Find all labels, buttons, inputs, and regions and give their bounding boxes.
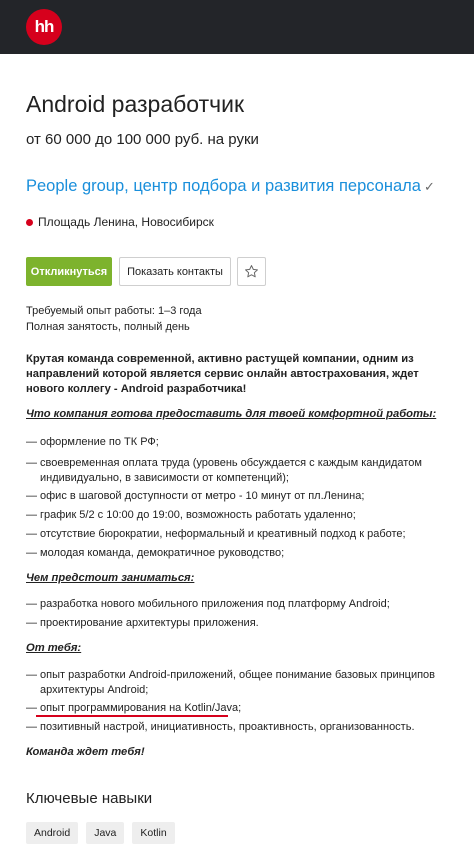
check-icon: ✓ (423, 179, 435, 194)
list-item: — график 5/2 с 10:00 до 19:00, возможност… (26, 509, 356, 521)
list-item: — опыт программирования на Kotlin/Java; (26, 702, 242, 714)
location-text: Площадь Ленина, Новосибирск (38, 215, 214, 229)
respond-button[interactable]: Откликнуться (26, 257, 112, 286)
section-duties-title: Чем предстоит заниматься: (26, 572, 195, 584)
company-name[interactable]: People group, центр подбора и развития п… (26, 177, 421, 195)
section-offer-title: Что компания готова предоставить для тво… (26, 408, 437, 420)
list-item: — позитивный настрой, инициативность, про… (26, 721, 415, 733)
vacancy-meta: Требуемый опыт работы: 1–3 года Полная з… (26, 304, 202, 335)
vacancy-title: Android разработчик (26, 91, 245, 117)
skill-tag[interactable]: Kotlin (132, 822, 175, 844)
list-item: — проектирование архитектуры приложения. (26, 617, 259, 629)
vacancy-salary: от 60 000 до 100 000 руб. на руки (26, 131, 259, 148)
description-intro: Крутая команда современной, активно раст… (26, 353, 419, 395)
list-item: — своевременная оплата труда (уровень обс… (26, 457, 422, 484)
experience-text: Требуемый опыт работы: 1–3 года (26, 305, 202, 317)
list-item: — отсутствие бюрократии, неформальный и к… (26, 528, 406, 540)
hh-logo[interactable]: hh (26, 9, 62, 45)
metro-icon (26, 218, 33, 226)
list-item: — офис в шаговой доступности от метро - 1… (26, 490, 365, 502)
list-item: — молодая команда, демократичное руководс… (26, 547, 285, 559)
skill-tag[interactable]: Android (26, 822, 79, 844)
list-item: — разработка нового мобильного приложения… (26, 598, 390, 610)
vacancy-location: Площадь Ленина, Новосибирск (26, 215, 214, 229)
star-icon (245, 265, 258, 278)
favorite-button[interactable] (237, 257, 266, 286)
top-bar: hh (0, 0, 474, 54)
show-contacts-button[interactable]: Показать контакты (119, 257, 231, 286)
employment-text: Полная занятость, полный день (26, 320, 190, 333)
skills-title: Ключевые навыки (26, 790, 153, 807)
skill-tag[interactable]: Java (86, 822, 125, 844)
list-item: — оформление по ТК РФ; (26, 436, 159, 448)
list-item: — опыт разработки Android-приложений, общ… (26, 669, 436, 696)
description-closing: Команда ждет тебя! (26, 746, 145, 758)
section-requirements-title: От тебя: (26, 642, 82, 654)
highlight-underline (36, 715, 228, 717)
company-link[interactable]: People group, центр подбора и развития п… (26, 177, 446, 196)
skills-list: Android Java Kotlin (26, 822, 175, 844)
